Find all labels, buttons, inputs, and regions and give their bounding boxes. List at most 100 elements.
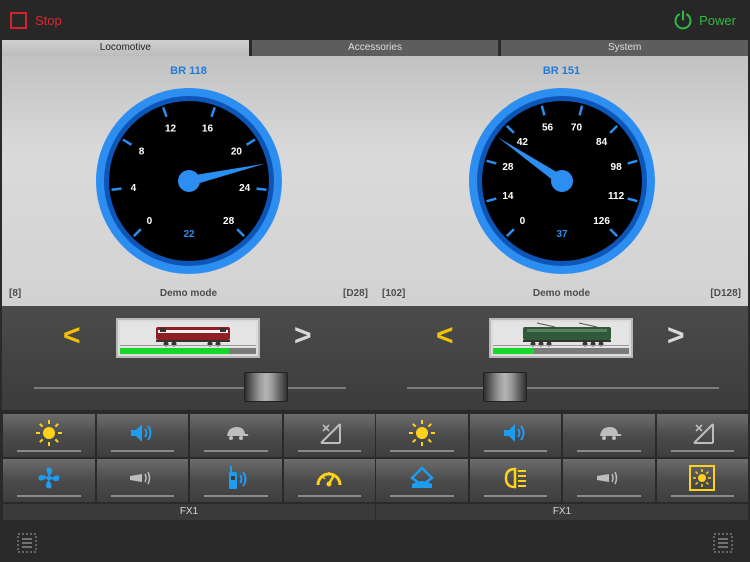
function-button-f4[interactable]	[3, 459, 95, 502]
function-button-f6[interactable]	[190, 459, 282, 502]
previous-loco-button[interactable]: <	[63, 319, 81, 353]
loco-image-box[interactable]	[489, 318, 633, 358]
loco-name: BR 151	[542, 65, 581, 77]
power-icon	[674, 10, 692, 30]
pantograph-icon	[409, 465, 434, 488]
no-brake-icon	[693, 422, 715, 444]
function-grid	[3, 414, 375, 502]
gauge-tick-label: 56	[542, 122, 554, 133]
speed-slider-track[interactable]	[407, 387, 719, 389]
function-button-f5[interactable]	[96, 459, 188, 502]
function-state-bar	[483, 495, 547, 497]
gauge-tick-label: 20	[231, 147, 243, 158]
tab-accessories[interactable]: Accessories	[251, 40, 499, 56]
power-label: Power	[699, 12, 736, 28]
shunting-turtle-icon	[226, 426, 249, 440]
speedometer-gauge[interactable]: 0 4 8 12 16 20 24 28 22	[94, 86, 284, 276]
function-grid	[376, 414, 748, 502]
gauge-hub	[551, 170, 573, 192]
function-group-label[interactable]: FX1	[376, 504, 748, 520]
tab-locomotive[interactable]: Locomotive	[2, 40, 249, 56]
gauge-tick-label: 0	[147, 216, 153, 227]
sound-icon	[131, 423, 152, 442]
gauge-tick-label: 28	[223, 216, 235, 227]
light-icon	[408, 419, 435, 446]
gauge-tick-label: 126	[593, 216, 610, 227]
br151-locomotive-image	[493, 322, 629, 348]
br118-locomotive-image	[120, 322, 256, 348]
function-state-bar	[297, 450, 361, 452]
function-state-bar	[204, 450, 268, 452]
function-button-f0[interactable]	[376, 414, 468, 457]
function-button-f7[interactable]	[656, 459, 748, 502]
gauge-tick-label: 70	[571, 122, 583, 133]
headlight-icon	[504, 467, 527, 488]
function-state-bar	[17, 495, 81, 497]
speed-slider-thumb[interactable]	[483, 372, 527, 402]
gauge-tick	[111, 187, 122, 191]
light-icon	[35, 419, 62, 446]
speedometer-gauge[interactable]: 0 14 28 42 56 70 84 98 112 126 37	[467, 86, 657, 276]
function-button-f2[interactable]	[190, 414, 282, 457]
function-state-bar	[483, 450, 547, 452]
function-button-f1[interactable]	[469, 414, 561, 457]
gauge-area: BR 118 0 4 8 12 16 20 24 28 22 [8] Demo mode [D2…	[2, 56, 748, 306]
speed-readout: 22	[183, 229, 195, 240]
gauge-tick-label: 8	[139, 147, 145, 158]
function-state-bar	[390, 450, 454, 452]
stop-button[interactable]: Stop	[10, 9, 62, 31]
function-button-f0[interactable]	[3, 414, 95, 457]
decoder-speed-steps: [D28]	[342, 288, 368, 299]
gauge-tick	[256, 187, 267, 191]
function-button-f3[interactable]	[283, 414, 375, 457]
next-loco-button[interactable]: >	[294, 319, 312, 353]
function-button-f4[interactable]	[376, 459, 468, 502]
function-button-f7[interactable]	[283, 459, 375, 502]
gauge-tick-label: 42	[517, 137, 529, 148]
function-group-label[interactable]: FX1	[3, 504, 375, 520]
gauge-tick-label: 16	[202, 124, 214, 135]
stop-square-icon	[10, 11, 27, 29]
speed-slider-thumb[interactable]	[244, 372, 288, 402]
gauge-tick-label: 0	[520, 216, 526, 227]
function-button-f6[interactable]	[563, 459, 655, 502]
function-button-f1[interactable]	[96, 414, 188, 457]
function-state-bar	[204, 495, 268, 497]
loco-panel-1: BR 118 0 4 8 12 16 20 24 28 22 [8] Demo mode [D2…	[2, 56, 375, 306]
gauge-tick-label: 28	[502, 162, 514, 173]
function-button-f5[interactable]	[469, 459, 561, 502]
function-state-bar	[577, 450, 641, 452]
sound-icon	[504, 423, 525, 442]
power-button[interactable]: Power	[673, 9, 736, 31]
loco-image-box[interactable]	[116, 318, 260, 358]
next-loco-button[interactable]: >	[667, 319, 685, 353]
function-state-bar	[110, 450, 174, 452]
loco-selector-area: < > < >	[2, 306, 748, 410]
speed-slider-track[interactable]	[34, 387, 346, 389]
gauge-tick-label: 84	[596, 137, 608, 148]
gauge-hub	[178, 170, 200, 192]
loco-progress-bar	[493, 348, 629, 354]
list-icon[interactable]	[713, 533, 733, 553]
function-button-f3[interactable]	[656, 414, 748, 457]
function-state-bar	[670, 450, 734, 452]
speed-readout: 37	[556, 229, 568, 240]
list-icon[interactable]	[17, 533, 37, 553]
function-button-f2[interactable]	[563, 414, 655, 457]
gauge-tick-label: 98	[611, 162, 623, 173]
loco-panel-2: BR 151 0 14 28 42 56 70 84 98 112 126 37 [102] Dem…	[375, 56, 748, 306]
gauge-tick-label: 4	[131, 183, 137, 194]
app-window: Stop Power Locomotive Accessories System…	[0, 0, 750, 562]
radio-icon	[228, 465, 247, 489]
mode-label: Demo mode	[532, 288, 591, 299]
fan-icon	[38, 467, 60, 488]
tab-system[interactable]: System	[501, 40, 749, 56]
top-bar: Stop Power	[0, 0, 750, 40]
no-brake-icon	[320, 422, 342, 444]
shunting-turtle-icon	[599, 426, 622, 440]
gauge-tick-label: 12	[165, 124, 177, 135]
loco-selector-2: < >	[375, 306, 748, 410]
function-state-bar	[17, 450, 81, 452]
function-panel-1: FX1	[3, 414, 375, 522]
previous-loco-button[interactable]: <	[436, 319, 454, 353]
